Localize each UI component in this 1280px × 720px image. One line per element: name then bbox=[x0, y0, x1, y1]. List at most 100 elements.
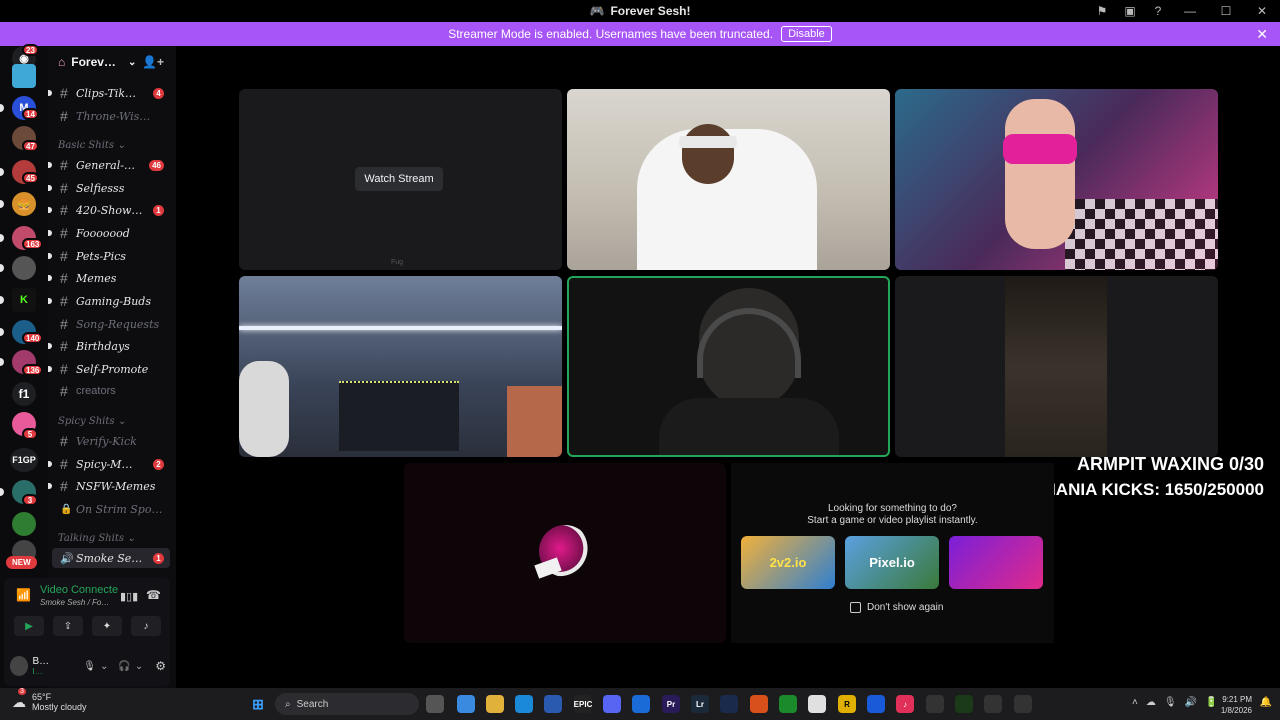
voice-channel-item[interactable]: 🔊 Smoke Se… 1 bbox=[52, 548, 170, 568]
channel-item[interactable]: # Throne-Wis… bbox=[52, 106, 170, 126]
rockstar-icon[interactable]: R bbox=[838, 695, 856, 713]
disable-button[interactable]: Disable bbox=[781, 26, 832, 42]
clock[interactable]: 9:21 PM 1/8/2026 bbox=[1221, 694, 1252, 716]
guild-header[interactable]: ⌂ Forev… ⌄ 👤+ bbox=[48, 46, 176, 78]
edge-icon[interactable] bbox=[515, 695, 533, 713]
tv-screen bbox=[339, 381, 459, 451]
discord-taskbar-icon[interactable] bbox=[603, 695, 621, 713]
video-tile-webcam-3[interactable] bbox=[239, 276, 562, 457]
store-icon[interactable] bbox=[544, 695, 562, 713]
chrome-icon[interactable] bbox=[808, 695, 826, 713]
channel-item[interactable]: # creators bbox=[52, 381, 170, 401]
premiere-icon[interactable]: Pr bbox=[662, 695, 680, 713]
app-icon[interactable] bbox=[1014, 695, 1032, 713]
kick-server-icon[interactable]: K bbox=[12, 288, 36, 312]
app-icon[interactable] bbox=[867, 695, 885, 713]
channel-item[interactable]: # Song-Requests bbox=[52, 314, 170, 334]
server-icon[interactable] bbox=[12, 256, 36, 280]
taskbar-search[interactable]: ⌕ Search bbox=[275, 693, 419, 715]
channel-item[interactable]: #420-Show… 1 bbox=[48, 200, 170, 220]
outlook-icon[interactable] bbox=[632, 695, 650, 713]
channel-item[interactable]: # NSFW-Memes bbox=[48, 476, 170, 496]
channel-item[interactable]: # Pets-Pics bbox=[48, 246, 170, 266]
channel-item[interactable]: # Self-Promote bbox=[48, 359, 170, 379]
channel-name: General-… bbox=[76, 158, 135, 172]
settings-gear-icon[interactable]: ⚙ bbox=[155, 659, 166, 673]
minimize-button[interactable]: — bbox=[1172, 0, 1208, 22]
channel-item[interactable]: # Fooooood bbox=[48, 223, 170, 243]
soundboard-icon[interactable]: ▮▯▮ bbox=[120, 590, 138, 603]
search-icon: ⌕ bbox=[285, 698, 291, 710]
watch-stream-button[interactable]: Watch Stream bbox=[355, 167, 443, 191]
channel-item[interactable]: 🔒 On Strim Spo… bbox=[52, 499, 170, 519]
screen-share-button[interactable]: ⇪ bbox=[53, 616, 83, 636]
server-icon[interactable] bbox=[12, 64, 36, 88]
flag-icon[interactable]: ⚑ bbox=[1088, 0, 1116, 22]
close-window-button[interactable]: ✕ bbox=[1244, 0, 1280, 22]
participant-head bbox=[682, 124, 734, 184]
game-card-pixelio[interactable]: Pixel.io bbox=[845, 536, 939, 589]
channel-item[interactable]: # Verify-Kick bbox=[52, 431, 170, 451]
category-basic[interactable]: Basic Shits ⌄ bbox=[58, 140, 126, 151]
video-tile-speaking[interactable] bbox=[567, 276, 890, 457]
soundboard-button[interactable]: ♪ bbox=[131, 616, 161, 636]
checkbox[interactable] bbox=[850, 602, 861, 613]
inbox-icon[interactable]: ▣ bbox=[1116, 0, 1144, 22]
activities-button[interactable]: ✦ bbox=[92, 616, 122, 636]
weather-widget[interactable]: ☁ 3 65°F Mostly cloudy bbox=[12, 687, 87, 712]
maximize-button[interactable]: ☐ bbox=[1208, 0, 1244, 22]
chevron-down-icon[interactable]: ⌄ bbox=[135, 661, 143, 672]
server-icon[interactable]: 🍔 bbox=[12, 192, 36, 216]
steam-icon[interactable] bbox=[720, 695, 738, 713]
channel-name: Verify-Kick bbox=[76, 434, 137, 448]
tray-icons[interactable]: ˄☁🎙🔊🔋 bbox=[1132, 697, 1225, 708]
game-title: Pixel.io bbox=[869, 555, 915, 570]
close-banner-icon[interactable]: ✕ bbox=[1256, 26, 1268, 43]
avatar-tile[interactable] bbox=[404, 463, 726, 643]
channel-item[interactable]: # Spicy-M… 2 bbox=[48, 454, 170, 474]
dont-show-again-checkbox[interactable]: Don't show again bbox=[850, 602, 943, 613]
avatar[interactable] bbox=[10, 656, 29, 676]
server-icon[interactable] bbox=[12, 512, 36, 536]
f1-server-icon[interactable]: f1 bbox=[12, 382, 36, 406]
signal-icon: 📶 bbox=[16, 588, 31, 602]
channel-name: Song-Requests bbox=[76, 317, 160, 331]
channel-item[interactable]: # Clips-Tik… 4 bbox=[48, 83, 170, 103]
firefox-icon[interactable] bbox=[750, 695, 768, 713]
voice-status[interactable]: Video Connecte bbox=[40, 584, 118, 596]
f1gp-server-icon[interactable]: F1GP bbox=[10, 448, 38, 472]
add-member-icon[interactable]: 👤+ bbox=[142, 55, 164, 69]
game-card-2v2io[interactable]: 2v2.io bbox=[741, 536, 835, 589]
headphones-icon[interactable]: 🎧 bbox=[118, 661, 130, 672]
notification-bell-icon[interactable]: 🔔 bbox=[1260, 697, 1272, 708]
lightroom-icon[interactable]: Lr bbox=[691, 695, 709, 713]
music-icon[interactable]: ♪ bbox=[896, 695, 914, 713]
app-icon[interactable] bbox=[984, 695, 1002, 713]
channel-item[interactable]: # Memes bbox=[48, 268, 170, 288]
channel-item[interactable]: # Birthdays bbox=[48, 336, 170, 356]
video-tile-webcam-2[interactable] bbox=[895, 89, 1218, 270]
disconnect-icon[interactable]: ☎ bbox=[146, 588, 161, 602]
file-explorer-icon[interactable] bbox=[486, 695, 504, 713]
category-spicy[interactable]: Spicy Shits ⌄ bbox=[58, 416, 126, 427]
video-tile-webcam-1[interactable] bbox=[567, 89, 890, 270]
copilot-icon[interactable] bbox=[457, 695, 475, 713]
camera-button[interactable]: ▶ bbox=[14, 616, 44, 636]
xbox-icon[interactable] bbox=[779, 695, 797, 713]
server-badge: 3 bbox=[22, 494, 38, 506]
channel-item[interactable]: # Gaming-Buds bbox=[48, 291, 170, 311]
channel-item[interactable]: # Selfiesss bbox=[48, 178, 170, 198]
obs-icon[interactable] bbox=[926, 695, 944, 713]
help-icon[interactable]: ? bbox=[1144, 0, 1172, 22]
microphone-icon[interactable]: 🎙 bbox=[83, 661, 96, 672]
voice-channel-path[interactable]: Smoke Sesh / Fo… bbox=[40, 598, 109, 607]
task-view-icon[interactable] bbox=[426, 695, 444, 713]
game-card-blocks[interactable] bbox=[949, 536, 1043, 589]
epic-games-icon[interactable]: EPIC bbox=[574, 695, 592, 713]
app-icon[interactable] bbox=[955, 695, 973, 713]
channel-item[interactable]: # General-… 46 bbox=[48, 155, 170, 175]
chevron-down-icon[interactable]: ⌄ bbox=[100, 661, 108, 672]
windows-start-icon[interactable]: ⊞ bbox=[249, 695, 267, 713]
video-tile-webcam-4[interactable] bbox=[895, 276, 1218, 457]
category-talking[interactable]: Talking Shits ⌄ bbox=[58, 533, 136, 544]
